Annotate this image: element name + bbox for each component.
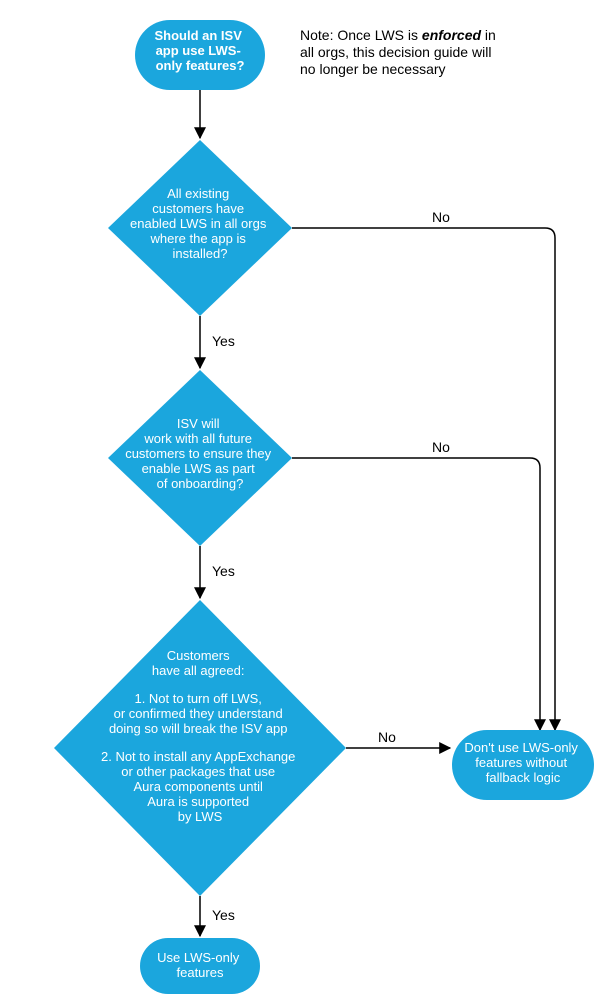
note-emph: enforced [422, 27, 482, 43]
decision-1: All existing customers have enabled LWS … [108, 140, 292, 316]
svg-text:Should an ISV app use LW: Should an ISV app use LWS- only features… [154, 28, 245, 73]
note-text: Note: Once LWS is enforced in all orgs, … [300, 27, 500, 77]
label-d2-yes: Yes [212, 563, 235, 579]
svg-text:Note: Once LWS is enforced in: Note: Once LWS is enforced in all orgs, … [300, 27, 500, 77]
label-d2-no: No [432, 439, 450, 455]
flowchart: Should an ISV app use LWS- only features… [0, 0, 612, 1000]
label-d3-no: No [378, 729, 396, 745]
edge-d2-no [292, 458, 540, 730]
start-node: Should an ISV app use LWS- only features… [135, 20, 265, 90]
label-d3-yes: Yes [212, 907, 235, 923]
decision-2: ISV will work with all future customers … [108, 370, 292, 546]
result-yes-node: Use LWS-only features [140, 938, 260, 994]
decision-3: Customers have all agreed: 1. Not to tur… [54, 600, 346, 896]
label-d1-no: No [432, 209, 450, 225]
result-no-node: Don't use LWS-only features without fall… [452, 730, 594, 800]
edge-d1-no [292, 228, 555, 730]
label-d1-yes: Yes [212, 333, 235, 349]
